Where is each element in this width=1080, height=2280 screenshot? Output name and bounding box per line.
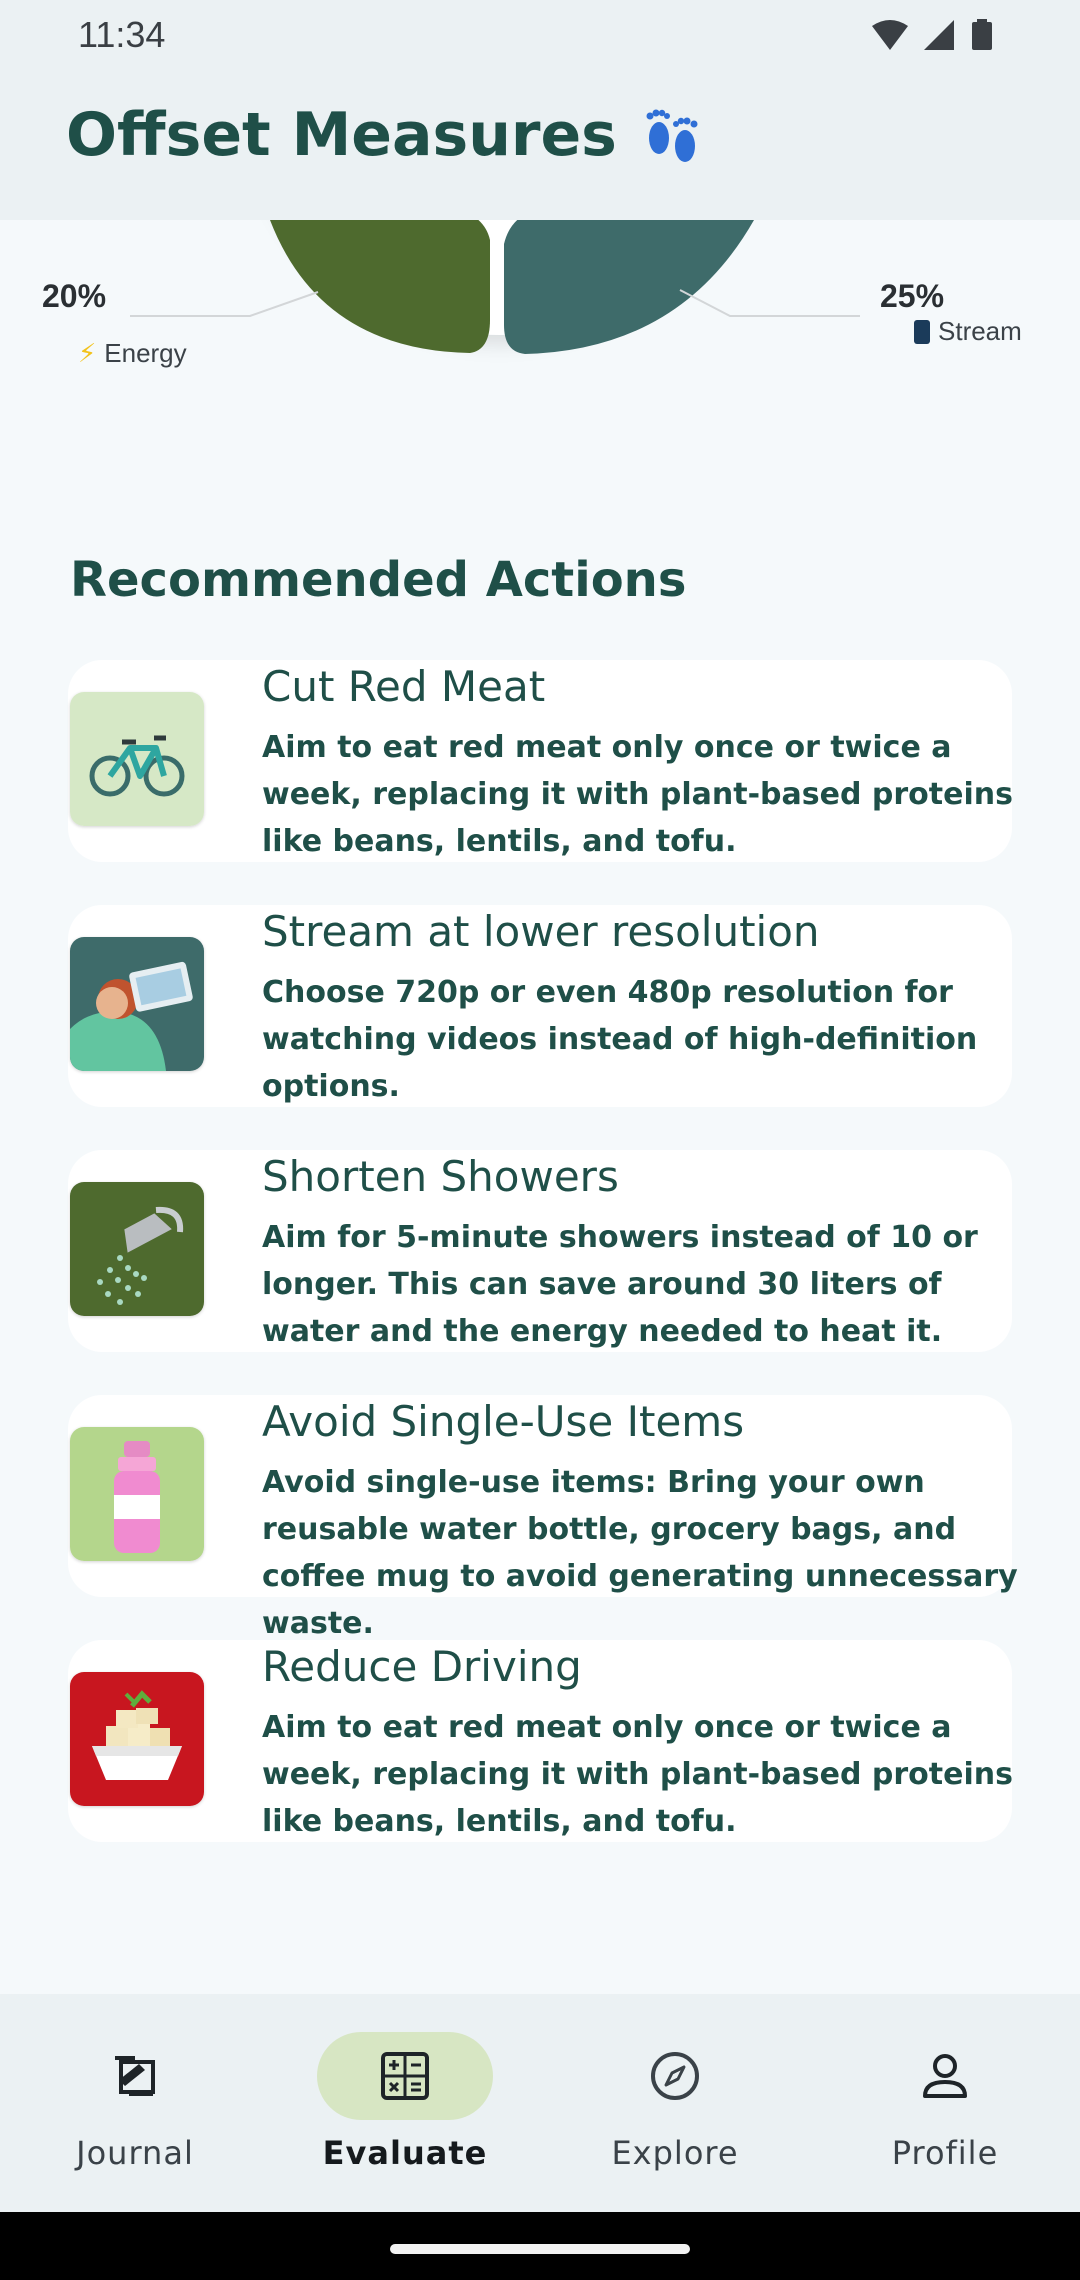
calculator-icon [381,2052,429,2100]
action-card[interactable]: Stream at lower resolution Choose 720p o… [68,905,1012,1107]
status-time: 11:34 [78,14,166,55]
action-title: Shorten Showers [262,1152,619,1201]
action-title: Reduce Driving [262,1642,582,1691]
action-card[interactable]: Avoid Single-Use Items Avoid single-use … [68,1395,1018,1641]
action-description: Aim to eat red meat only once or twice a… [262,1710,1013,1839]
nav-profile[interactable]: Profile [810,1994,1080,2212]
stream-percent: 25% [880,278,945,314]
energy-legend: ⚡ Energy [78,338,187,368]
journal-icon [115,2056,155,2096]
action-description: Aim to eat red meat only once or twice a… [262,730,1013,859]
leader-line-stream [679,289,860,317]
action-card[interactable]: Reduce Driving Aim to eat red meat only … [68,1640,1013,1842]
nav-explore[interactable]: Explore [540,1994,810,2212]
recommended-actions-title: Recommended Actions [70,552,687,608]
person-icon [923,2054,967,2098]
app-header: 11:34 Offset Measures [0,0,1080,220]
status-icons [872,19,992,50]
water-bottle-icon [70,1427,204,1561]
phone-icon [914,319,930,344]
action-title: Avoid Single-Use Items [262,1397,745,1446]
wifi-icon [872,20,908,50]
action-description: Avoid single-use items: Bring your own r… [262,1465,1018,1641]
nav-label: Explore [611,2134,739,2172]
stream-legend: Stream [914,316,1022,347]
tofu-bowl-icon [70,1672,204,1806]
action-description: Aim for 5-minute showers instead of 10 o… [262,1220,978,1349]
nav-journal[interactable]: Journal [0,1994,270,2212]
screen: 11:34 Offset Measures 20% ⚡ Energy 25% S… [0,0,1080,2280]
bottom-navigation: Journal Evaluate Explore Profile [0,1994,1080,2212]
pie-slice-energy [270,220,490,353]
energy-percent: 20% [42,278,107,314]
action-card[interactable]: Shorten Showers Aim for 5-minute showers… [68,1150,1012,1352]
action-description: Choose 720p or even 480p resolution for … [262,975,978,1104]
shower-icon [70,1182,204,1316]
nav-label: Evaluate [322,2134,488,2172]
app-title-text: Offset Measures [66,100,617,170]
action-card[interactable]: Cut Red Meat Aim to eat red meat only on… [68,660,1013,862]
compass-icon [651,2052,699,2100]
battery-icon [972,19,992,50]
footprints-icon [646,109,698,162]
action-title: Cut Red Meat [262,662,546,711]
action-title: Stream at lower resolution [262,907,820,956]
lightning-icon: ⚡ [78,338,97,368]
leader-line-energy [130,291,319,317]
footprint-pie-chart: 20% ⚡ Energy 25% Stream [0,220,1080,420]
pie-slice-stream [504,220,754,354]
bicycle-icon [70,692,204,826]
laptop-person-icon [70,937,204,1071]
system-gesture-bar [0,2212,1080,2280]
app-title: Offset Measures [66,100,707,170]
nav-label: Journal [76,2134,194,2172]
nav-evaluate[interactable]: Evaluate [270,1994,540,2212]
cellular-signal-icon [924,20,954,50]
nav-label: Profile [891,2134,999,2172]
home-gesture-handle[interactable] [390,2244,690,2254]
